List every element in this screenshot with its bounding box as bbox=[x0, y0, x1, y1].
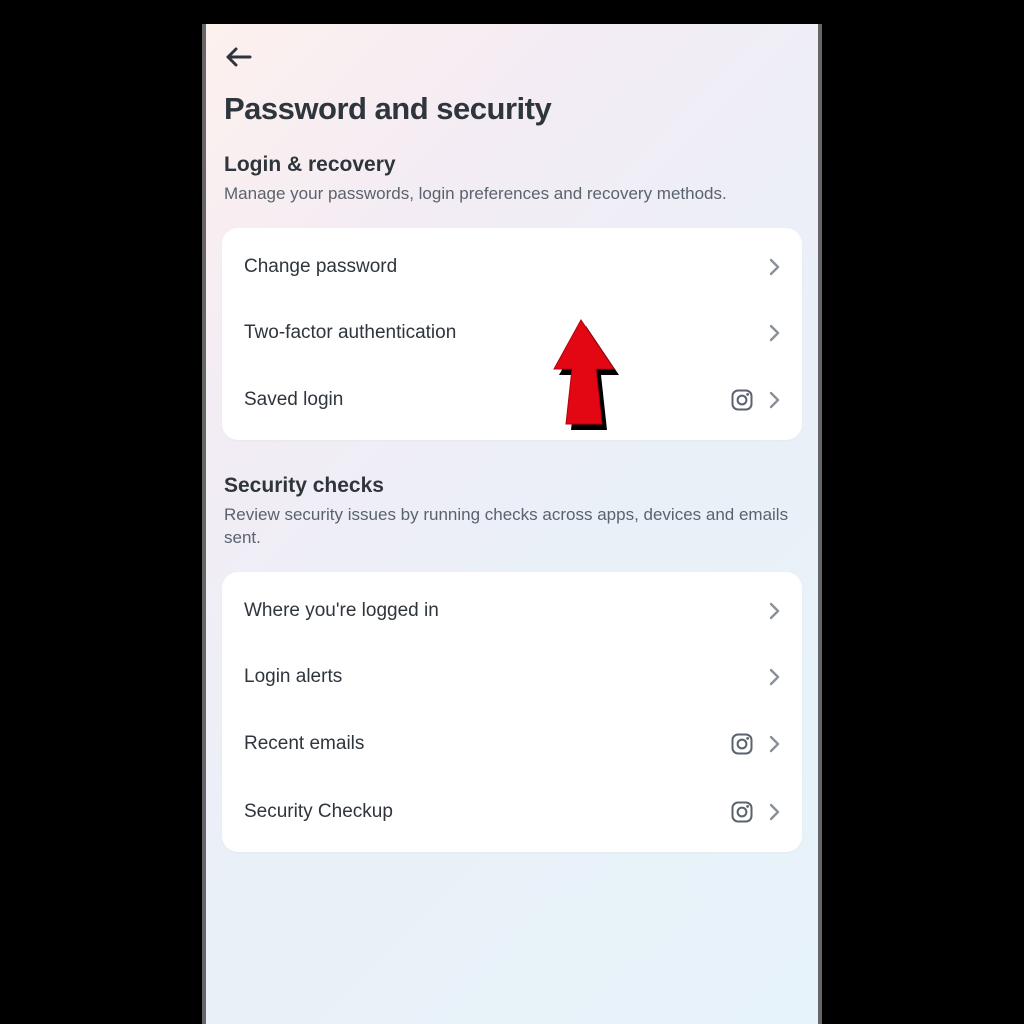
section-login-title: Login & recovery bbox=[222, 153, 802, 177]
chevron-right-icon bbox=[768, 257, 782, 277]
row-saved-login[interactable]: Saved login bbox=[222, 366, 802, 434]
row-login-alerts[interactable]: Login alerts bbox=[222, 644, 802, 710]
chevron-right-icon bbox=[768, 601, 782, 621]
security-card: Where you're logged in Login alerts Rece… bbox=[222, 572, 802, 852]
row-label: Two-factor authentication bbox=[244, 322, 768, 344]
page-title: Password and security bbox=[222, 91, 802, 127]
row-recent-emails[interactable]: Recent emails bbox=[222, 710, 802, 778]
phone-frame: Password and security Login & recovery M… bbox=[202, 24, 822, 1024]
chevron-right-icon bbox=[768, 802, 782, 822]
instagram-icon bbox=[730, 800, 754, 824]
back-row bbox=[222, 42, 802, 91]
section-security-desc: Review security issues by running checks… bbox=[222, 504, 802, 550]
login-card: Change password Two-factor authenticatio… bbox=[222, 228, 802, 440]
row-two-factor-auth[interactable]: Two-factor authentication bbox=[222, 300, 802, 366]
row-label: Saved login bbox=[244, 389, 730, 411]
row-label: Where you're logged in bbox=[244, 600, 768, 622]
row-label: Login alerts bbox=[244, 666, 768, 688]
chevron-right-icon bbox=[768, 734, 782, 754]
chevron-right-icon bbox=[768, 390, 782, 410]
row-label: Change password bbox=[244, 256, 768, 278]
row-change-password[interactable]: Change password bbox=[222, 234, 802, 300]
back-arrow-icon[interactable] bbox=[224, 46, 252, 68]
instagram-icon bbox=[730, 388, 754, 412]
instagram-icon bbox=[730, 732, 754, 756]
row-label: Security Checkup bbox=[244, 801, 730, 823]
chevron-right-icon bbox=[768, 323, 782, 343]
section-login-desc: Manage your passwords, login preferences… bbox=[222, 183, 802, 206]
chevron-right-icon bbox=[768, 667, 782, 687]
row-where-logged-in[interactable]: Where you're logged in bbox=[222, 578, 802, 644]
row-security-checkup[interactable]: Security Checkup bbox=[222, 778, 802, 846]
section-security-title: Security checks bbox=[222, 474, 802, 498]
row-label: Recent emails bbox=[244, 733, 730, 755]
